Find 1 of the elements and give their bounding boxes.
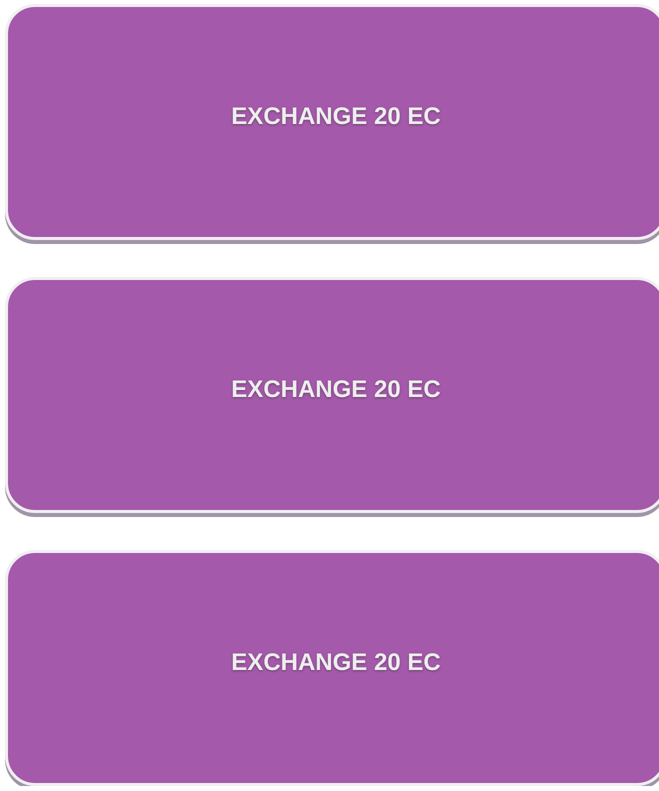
exchange-button[interactable]: EXCHANGE 20 EC bbox=[5, 550, 659, 786]
